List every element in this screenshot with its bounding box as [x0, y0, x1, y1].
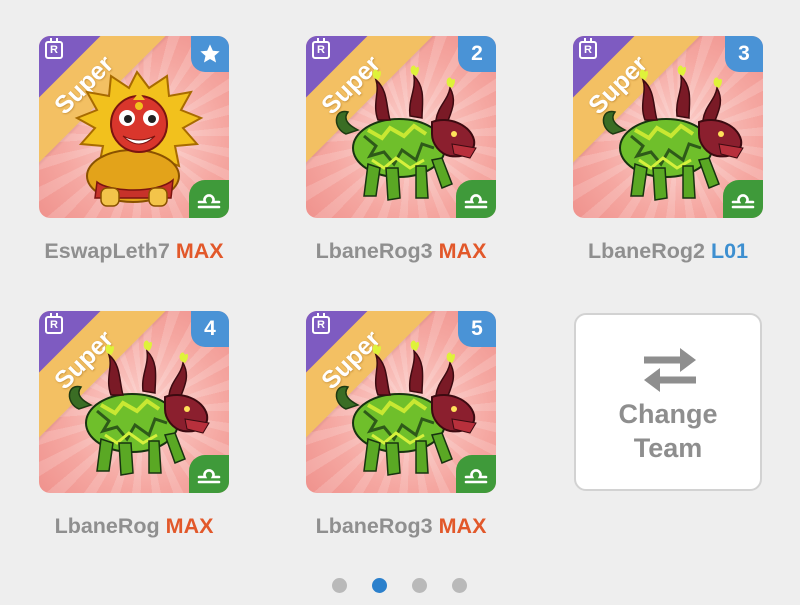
element-tab	[189, 455, 229, 493]
element-tab	[456, 455, 496, 493]
monster-caption: LbaneRog2 L01	[543, 239, 793, 264]
page-dot[interactable]	[452, 578, 467, 593]
monster-level: MAX	[175, 239, 224, 263]
monster-level: MAX	[165, 514, 214, 538]
monster-level: L01	[711, 239, 749, 263]
element-tab	[723, 180, 763, 218]
calendar-r-badge-icon: R	[312, 313, 330, 334]
monster-level: MAX	[438, 239, 487, 263]
libra-icon	[197, 469, 221, 484]
monster-card[interactable]: Super R 2	[306, 36, 496, 218]
libra-icon	[464, 194, 488, 209]
monster-name: LbaneRog2	[587, 239, 706, 263]
page-dot[interactable]	[412, 578, 427, 593]
monster-name: LbaneRog3	[315, 239, 433, 263]
page-dot[interactable]	[332, 578, 347, 593]
element-tab	[189, 180, 229, 218]
monster-caption: LbaneRog3 MAX	[276, 239, 526, 264]
calendar-r-badge-icon: R	[579, 38, 597, 59]
swap-arrows-icon	[644, 348, 696, 392]
change-team-button[interactable]: Change Team	[574, 313, 762, 491]
element-tab	[456, 180, 496, 218]
star-icon	[200, 44, 220, 63]
monster-card[interactable]: Super R	[39, 36, 229, 218]
monster-name: EswapLeth7	[44, 239, 170, 263]
monster-caption: LbaneRog3 MAX	[276, 514, 526, 539]
change-team-line1: Change	[618, 399, 718, 429]
libra-icon	[464, 469, 488, 484]
monster-caption: LbaneRog MAX	[9, 514, 259, 539]
change-team-line2: Team	[633, 433, 703, 463]
monster-card[interactable]: Super R 4	[39, 311, 229, 493]
calendar-r-badge-icon: R	[45, 313, 63, 334]
libra-icon	[731, 194, 755, 209]
calendar-r-badge-icon: R	[312, 38, 330, 59]
monster-caption: EswapLeth7 MAX	[9, 239, 259, 264]
monster-card[interactable]: Super R 5	[306, 311, 496, 493]
calendar-r-badge-icon: R	[45, 38, 63, 59]
monster-name: LbaneRog3	[315, 514, 433, 538]
monster-card[interactable]: Super R 3	[573, 36, 763, 218]
monster-level: MAX	[438, 514, 487, 538]
change-team-label: Change Team	[576, 397, 760, 465]
page-dot-active[interactable]	[372, 578, 387, 593]
libra-icon	[197, 194, 221, 209]
monster-name: LbaneRog	[54, 514, 160, 538]
